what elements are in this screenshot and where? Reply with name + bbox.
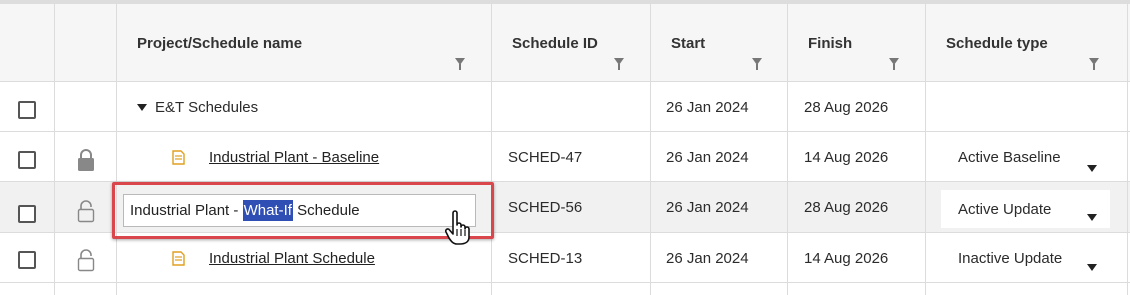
column-header-name[interactable]: Project/Schedule name: [137, 4, 302, 82]
schedule-id: SCHED-13: [508, 249, 583, 267]
schedule-type-select[interactable]: Active Update: [958, 190, 1051, 228]
dropdown-arrow-icon[interactable]: [1087, 165, 1097, 172]
dropdown-arrow-icon[interactable]: [1087, 264, 1097, 271]
finish-date: 28 Aug 2026: [804, 199, 889, 216]
lock-open-icon: [77, 249, 95, 272]
start-date: 26 Jan 2024: [666, 148, 749, 166]
schedules-grid: Project/Schedule name Schedule ID Start …: [0, 0, 1130, 295]
filter-icon[interactable]: [1089, 58, 1099, 70]
schedule-id: SCHED-47: [508, 148, 583, 166]
lock-closed-icon: [78, 149, 94, 171]
table-row[interactable]: [0, 283, 1130, 295]
document-icon: [172, 150, 185, 165]
schedule-name-link[interactable]: Industrial Plant Schedule: [209, 233, 375, 283]
column-divider: [54, 4, 55, 295]
finish-date: 28 Aug 2026: [804, 98, 889, 116]
filter-icon[interactable]: [752, 58, 762, 70]
start-date: 26 Jan 2024: [666, 98, 749, 116]
lock-open-icon: [77, 200, 95, 223]
highlight-frame: [112, 182, 494, 239]
start-date: 26 Jan 2024: [666, 199, 749, 216]
filter-icon[interactable]: [889, 58, 899, 70]
column-divider[interactable]: [491, 4, 492, 295]
column-header-schedule-id[interactable]: Schedule ID: [512, 4, 598, 82]
group-toggle[interactable]: E&T Schedules: [137, 82, 258, 132]
column-divider[interactable]: [925, 4, 926, 295]
column-divider: [116, 4, 117, 295]
hand-cursor-icon: [444, 210, 470, 245]
start-date: 26 Jan 2024: [666, 249, 749, 267]
schedule-name-link[interactable]: Industrial Plant - Baseline: [209, 132, 379, 182]
schedule-type-select[interactable]: Inactive Update: [958, 233, 1062, 283]
group-label: E&T Schedules: [155, 98, 259, 116]
filter-icon[interactable]: [614, 58, 624, 70]
dropdown-arrow-icon[interactable]: [1087, 214, 1097, 221]
caret-down-icon[interactable]: [137, 103, 147, 111]
column-divider[interactable]: [650, 4, 651, 295]
schedule-id: SCHED-56: [508, 199, 583, 216]
column-divider: [1127, 4, 1128, 295]
column-divider[interactable]: [787, 4, 788, 295]
row-checkbox[interactable]: [18, 101, 36, 119]
document-icon: [172, 251, 185, 266]
finish-date: 14 Aug 2026: [804, 148, 889, 166]
row-checkbox[interactable]: [18, 205, 36, 223]
schedule-type-select[interactable]: Active Baseline: [958, 132, 1061, 182]
filter-icon[interactable]: [455, 58, 465, 70]
column-header-finish[interactable]: Finish: [808, 4, 852, 82]
row-checkbox[interactable]: [18, 251, 36, 269]
finish-date: 14 Aug 2026: [804, 249, 889, 267]
column-header-start[interactable]: Start: [671, 4, 705, 82]
row-checkbox[interactable]: [18, 151, 36, 169]
column-header-schedule-type[interactable]: Schedule type: [946, 4, 1048, 82]
